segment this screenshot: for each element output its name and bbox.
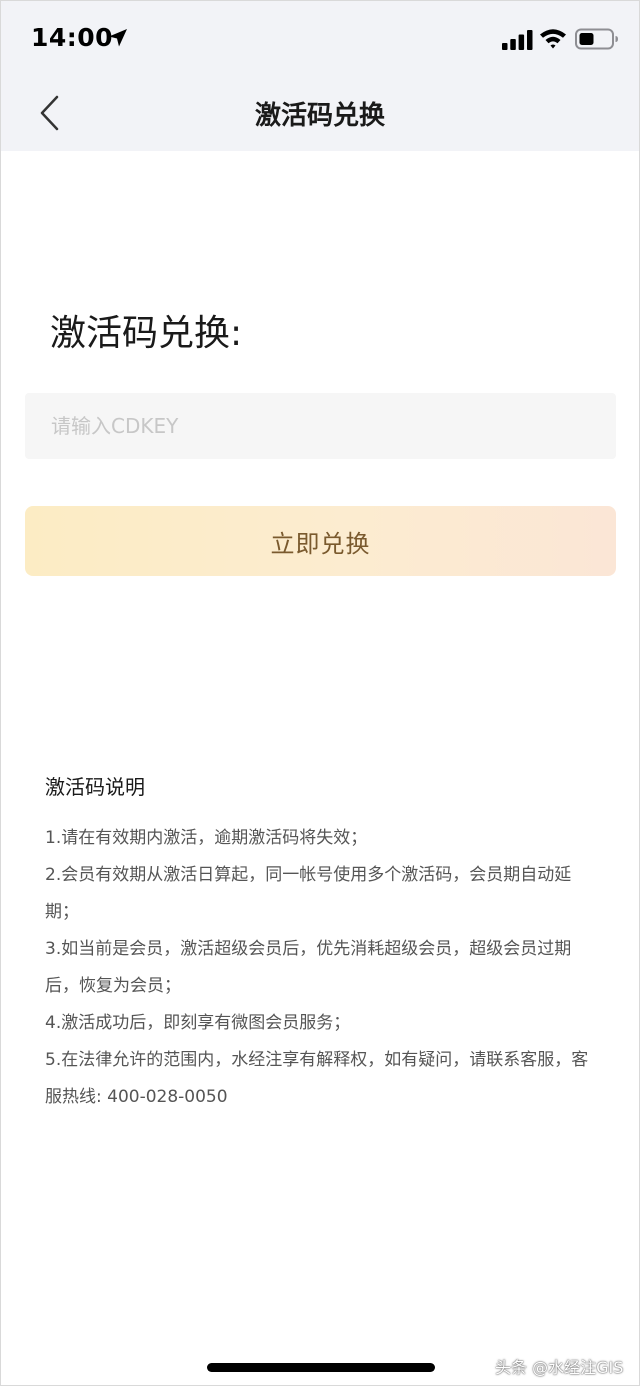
cellular-signal-icon: [502, 30, 533, 50]
redeem-button-label: 立即兑换: [270, 529, 371, 558]
instruction-item: 3.如当前是会员，激活超级会员后，优先消耗超级会员，超级会员过期后，恢复为会员；: [45, 939, 572, 996]
instruction-item: 1.请在有效期内激活，逾期激活码将失效；: [45, 828, 368, 848]
location-arrow-icon: [109, 29, 127, 47]
instructions-title: 激活码说明: [45, 775, 145, 799]
instructions-section: 激活码说明 1.请在有效期内激活，逾期激活码将失效； 2.会员有效期从激活日算起…: [45, 771, 605, 1116]
cdkey-input[interactable]: [25, 393, 616, 459]
header: 14:00 激活码兑换: [1, 1, 639, 151]
status-time: 14:00: [31, 23, 114, 52]
home-indicator[interactable]: [207, 1363, 435, 1372]
status-bar: 14:00: [1, 1, 639, 79]
navigation-bar: 激活码兑换: [1, 79, 639, 151]
instruction-item: 2.会员有效期从激活日算起，同一帐号使用多个激活码，会员期自动延期；: [45, 865, 572, 922]
wifi-icon: [540, 29, 566, 49]
watermark: 头条 @水经注GIS: [495, 1358, 624, 1377]
instruction-item: 4.激活成功后，即刻享有微图会员服务；: [45, 1013, 351, 1033]
instruction-item: 5.在法律允许的范围内，水经注享有解释权，如有疑问，请联系客服，客服热线: 40…: [45, 1050, 589, 1107]
redeem-heading: 激活码兑换:: [50, 313, 243, 354]
battery-icon: [575, 28, 618, 50]
redeem-button[interactable]: 立即兑换: [25, 506, 616, 576]
page-title: 激活码兑换: [254, 101, 385, 131]
phone-screen: 14:00 激活码兑换 激活码兑换: 请输入CDKEY 立即兑换 激活码说明 1…: [0, 0, 640, 1386]
